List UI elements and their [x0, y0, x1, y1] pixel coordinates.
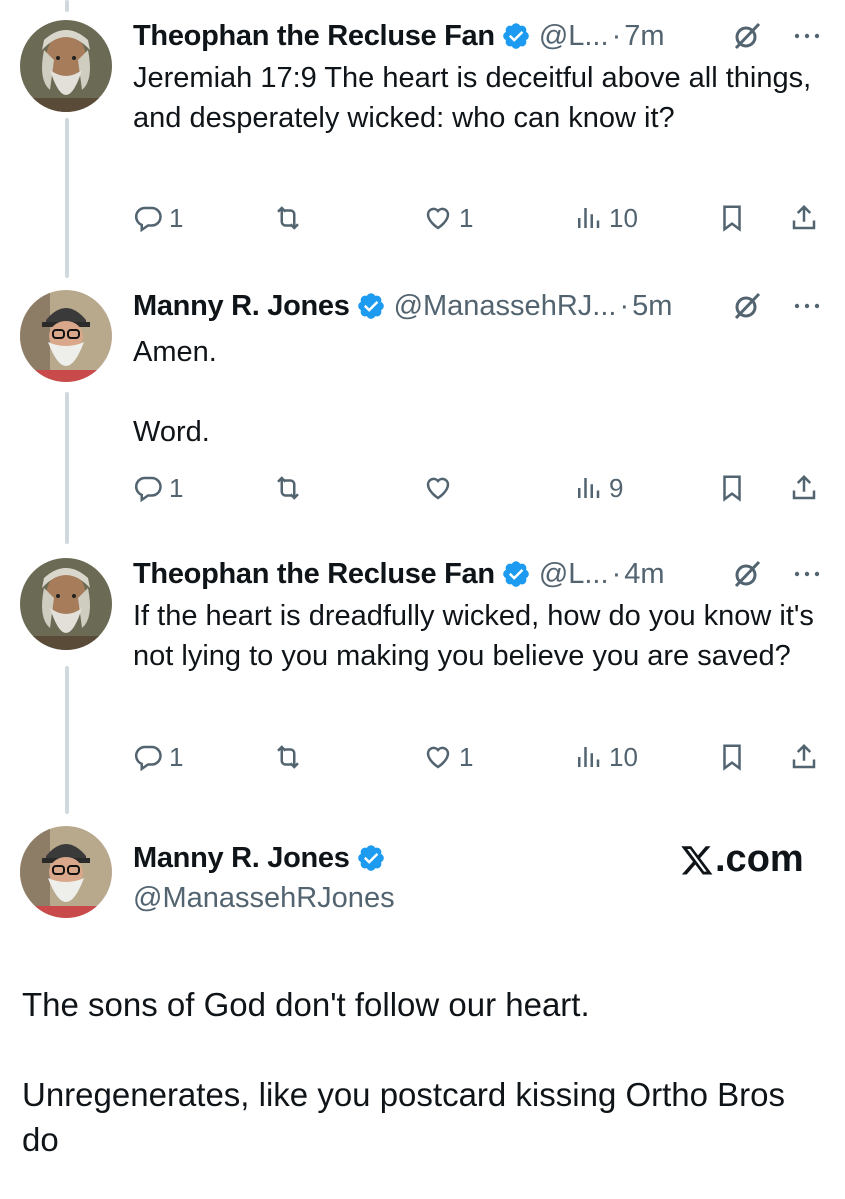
timestamp[interactable]: 5m: [632, 290, 672, 323]
verified-badge-icon: [503, 561, 529, 587]
bookmark-icon: [723, 205, 741, 232]
repost-icon: [277, 476, 299, 500]
heart-icon: [426, 746, 450, 769]
avatar[interactable]: [20, 558, 112, 650]
author-handle[interactable]: @L...: [539, 20, 609, 53]
repost-button[interactable]: [273, 468, 309, 508]
author-handle[interactable]: @L...: [539, 558, 609, 591]
more-options-icon[interactable]: [791, 20, 823, 52]
repost-button[interactable]: [273, 737, 309, 777]
author-name[interactable]: Manny R. Jones: [133, 842, 350, 875]
like-button[interactable]: 1: [423, 737, 473, 777]
reply-button[interactable]: 1: [133, 468, 183, 508]
grok-icon[interactable]: [731, 558, 763, 590]
heart-icon: [426, 477, 450, 500]
share-button[interactable]: [789, 468, 825, 508]
repost-icon: [277, 745, 299, 769]
separator: ·: [611, 19, 622, 52]
verified-badge-icon: [503, 23, 529, 49]
tweet-text: If the heart is dreadfully wicked, how d…: [133, 600, 822, 672]
more-options-icon[interactable]: [791, 290, 823, 322]
avatar[interactable]: [20, 20, 112, 112]
analytics-icon: [578, 208, 600, 228]
verified-badge-icon: [357, 845, 384, 871]
author-name[interactable]: Manny R. Jones: [133, 290, 350, 323]
x-logo-icon: [681, 845, 713, 874]
views-button[interactable]: 10: [573, 198, 638, 238]
action-bar: 1 1 10: [133, 737, 833, 777]
heart-icon: [426, 207, 450, 230]
thread-line: [65, 666, 69, 814]
separator: ·: [619, 289, 630, 322]
more-options-icon[interactable]: [791, 558, 823, 590]
analytics-icon: [578, 747, 600, 767]
avatar[interactable]: [20, 826, 112, 918]
avatar[interactable]: [20, 290, 112, 382]
timestamp[interactable]: 4m: [624, 558, 664, 591]
thread-line: [65, 118, 69, 278]
main-tweet-text: The sons of God don't follow our heart. …: [22, 986, 786, 1158]
author-handle[interactable]: @ManassehRJ...: [394, 290, 617, 323]
reply-count: 1: [169, 202, 184, 233]
bookmark-button[interactable]: [717, 737, 753, 777]
share-button[interactable]: [789, 198, 825, 238]
reply-icon: [134, 206, 162, 233]
share-icon: [792, 743, 816, 769]
like-count: 1: [459, 741, 474, 772]
tweet-text: Amen. Word.: [133, 336, 217, 448]
thread-line: [65, 0, 69, 12]
reply-icon: [134, 745, 162, 772]
watermark-text: .com: [715, 838, 804, 880]
reply-count: 1: [169, 472, 184, 503]
action-bar: 1 1 10: [133, 198, 833, 238]
action-bar: 1 9: [133, 468, 833, 508]
grok-icon[interactable]: [731, 20, 763, 52]
verified-badge-icon: [357, 293, 384, 319]
reply-count: 1: [169, 741, 184, 772]
views-button[interactable]: 9: [573, 468, 623, 508]
views-button[interactable]: 10: [573, 737, 638, 777]
author-name[interactable]: Theophan the Recluse Fan: [133, 558, 495, 591]
like-count: 1: [459, 202, 474, 233]
like-button[interactable]: 1: [423, 198, 473, 238]
repost-icon: [277, 206, 299, 230]
bookmark-icon: [723, 744, 741, 771]
view-count: 9: [609, 472, 624, 503]
reply-icon: [134, 476, 162, 503]
view-count: 10: [609, 202, 638, 233]
bookmark-icon: [723, 475, 741, 502]
analytics-icon: [578, 478, 600, 498]
main-tweet-header: Manny R. Jones @ManassehRJones: [133, 838, 395, 918]
thread-line: [65, 392, 69, 544]
reply-button[interactable]: 1: [133, 737, 183, 777]
like-button[interactable]: [423, 468, 459, 508]
bookmark-button[interactable]: [717, 468, 753, 508]
repost-button[interactable]: [273, 198, 309, 238]
bookmark-button[interactable]: [717, 198, 753, 238]
share-icon: [792, 204, 816, 230]
x-com-watermark: .com: [680, 838, 804, 881]
separator: ·: [611, 557, 622, 590]
share-icon: [792, 474, 816, 500]
author-name[interactable]: Theophan the Recluse Fan: [133, 20, 495, 53]
grok-icon[interactable]: [731, 290, 763, 322]
author-handle[interactable]: @ManassehRJones: [133, 878, 395, 918]
timestamp[interactable]: 7m: [624, 20, 664, 53]
tweet-text: Jeremiah 17:9 The heart is deceitful abo…: [133, 62, 820, 134]
reply-button[interactable]: 1: [133, 198, 183, 238]
share-button[interactable]: [789, 737, 825, 777]
view-count: 10: [609, 741, 638, 772]
